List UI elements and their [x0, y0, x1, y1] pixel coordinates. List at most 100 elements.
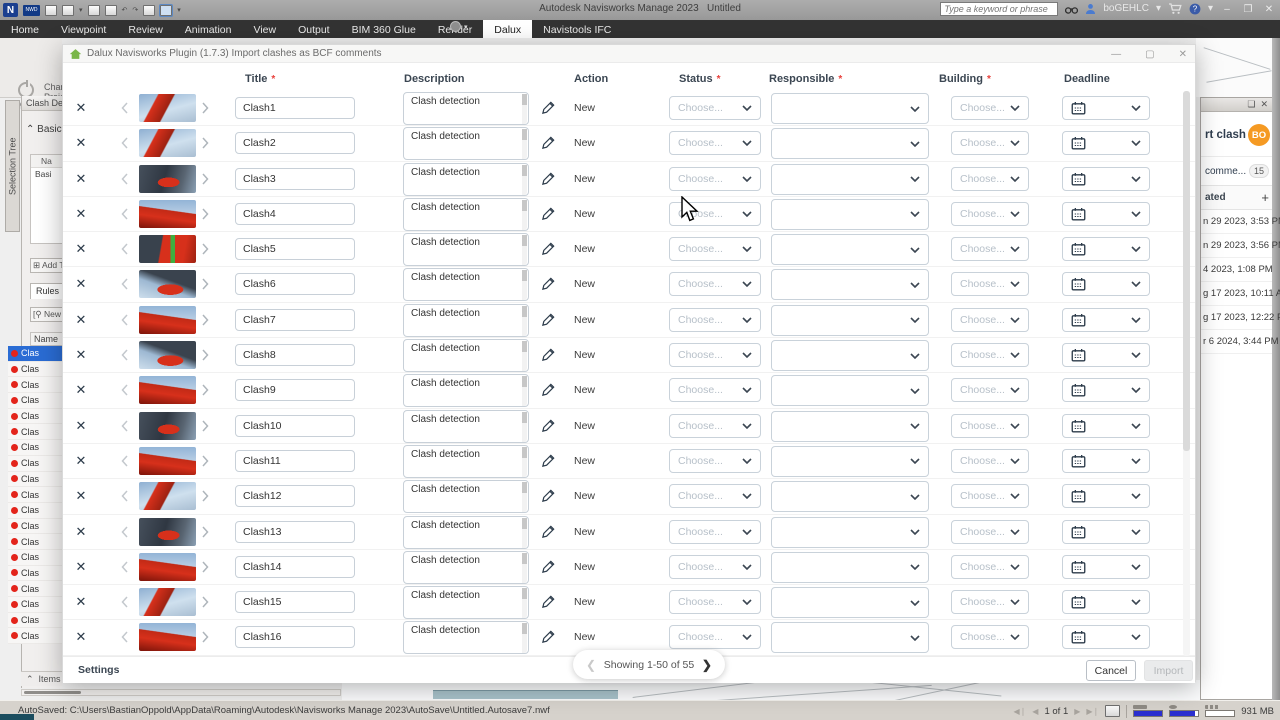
close-panel-icon[interactable]: ✕	[1260, 99, 1268, 110]
comment-date-row[interactable]: n 29 2023, 3:56 PM	[1201, 234, 1272, 258]
remove-clash-icon[interactable]: ✕	[73, 629, 89, 645]
next-page-icon[interactable]: ▶	[1074, 707, 1080, 716]
textarea-scrollbar[interactable]	[522, 306, 527, 336]
items-section-bar[interactable]: ⌃ Items	[21, 671, 62, 686]
clash-description-input[interactable]: Clash detection	[403, 268, 529, 301]
prev-image-icon[interactable]	[121, 349, 128, 361]
edit-pencil-icon[interactable]	[541, 382, 556, 397]
responsible-select[interactable]	[771, 269, 929, 300]
import-button[interactable]: Import	[1144, 660, 1193, 681]
clash-test-list-item[interactable]: Clas	[8, 566, 62, 582]
building-select[interactable]: Choose...	[951, 308, 1029, 332]
clash-description-input[interactable]: Clash detection	[403, 233, 529, 266]
ribbon-tab-animation[interactable]: Animation	[174, 20, 243, 38]
prev-image-icon[interactable]	[121, 243, 128, 255]
clash-description-input[interactable]: Clash detection	[403, 127, 529, 160]
prev-image-icon[interactable]	[121, 526, 128, 538]
ribbon-tab-output[interactable]: Output	[287, 20, 341, 38]
deadline-datepicker[interactable]	[1062, 414, 1150, 438]
remove-clash-icon[interactable]: ✕	[73, 276, 89, 292]
clash-thumbnail[interactable]	[139, 165, 196, 193]
textarea-scrollbar[interactable]	[522, 482, 527, 512]
remove-clash-icon[interactable]: ✕	[73, 171, 89, 187]
edit-pencil-icon[interactable]	[541, 524, 556, 539]
search-binoculars-icon[interactable]	[1065, 4, 1078, 15]
clash-test-list-item[interactable]: Clas	[8, 409, 62, 425]
clash-test-list-item[interactable]: Clas	[8, 628, 62, 644]
status-select[interactable]: Choose...	[669, 308, 761, 332]
textarea-scrollbar[interactable]	[522, 94, 527, 124]
clash-title-input[interactable]	[235, 344, 355, 366]
clash-description-input[interactable]: Clash detection	[403, 516, 529, 549]
render-style-icon[interactable]	[450, 21, 461, 32]
responsible-select[interactable]	[771, 517, 929, 548]
building-select[interactable]: Choose...	[951, 590, 1029, 614]
clash-description-input[interactable]: Clash detection	[403, 586, 529, 619]
remove-clash-icon[interactable]: ✕	[73, 453, 89, 469]
ribbon-tab-home[interactable]: Home	[0, 20, 50, 38]
restore-window-icon[interactable]: ❐	[1241, 4, 1255, 15]
building-select[interactable]: Choose...	[951, 167, 1029, 191]
responsible-select[interactable]	[771, 622, 929, 653]
clash-test-list-item[interactable]: Clas	[8, 346, 62, 362]
clash-test-list-item[interactable]: Clas	[8, 472, 62, 488]
remove-clash-icon[interactable]: ✕	[73, 206, 89, 222]
building-select[interactable]: Choose...	[951, 449, 1029, 473]
deadline-datepicker[interactable]	[1062, 484, 1150, 508]
sheet-browser-icon[interactable]	[1105, 705, 1120, 717]
status-select[interactable]: Choose...	[669, 520, 761, 544]
prev-image-icon[interactable]	[121, 314, 128, 326]
remove-clash-icon[interactable]: ✕	[73, 488, 89, 504]
edit-pencil-icon[interactable]	[541, 453, 556, 468]
basic-section-header[interactable]: ⌃ Basic	[26, 124, 62, 135]
next-image-icon[interactable]	[202, 173, 209, 185]
building-select[interactable]: Choose...	[951, 343, 1029, 367]
edit-pencil-icon[interactable]	[541, 206, 556, 221]
prev-image-icon[interactable]	[121, 420, 128, 432]
responsible-select[interactable]	[771, 199, 929, 230]
clash-description-input[interactable]: Clash detection	[403, 163, 529, 196]
save-icon[interactable]	[88, 5, 100, 16]
app-store-cart-icon[interactable]	[1168, 3, 1182, 15]
deadline-datepicker[interactable]	[1062, 625, 1150, 649]
textarea-scrollbar[interactable]	[522, 200, 527, 230]
next-image-icon[interactable]	[202, 102, 209, 114]
clash-thumbnail[interactable]	[139, 200, 196, 228]
edit-pencil-icon[interactable]	[541, 594, 556, 609]
clash-test-list-item[interactable]: Clas	[8, 362, 62, 378]
toolbar-dropdown-icon[interactable]: ▾	[177, 6, 181, 14]
textarea-scrollbar[interactable]	[522, 129, 527, 159]
responsible-select[interactable]	[771, 481, 929, 512]
clash-title-input[interactable]	[235, 450, 355, 472]
clash-title-input[interactable]	[235, 132, 355, 154]
building-select[interactable]: Choose...	[951, 555, 1029, 579]
building-select[interactable]: Choose...	[951, 484, 1029, 508]
clash-thumbnail[interactable]	[139, 623, 196, 651]
textarea-scrollbar[interactable]	[522, 518, 527, 548]
new-file-icon[interactable]	[45, 5, 57, 16]
status-select[interactable]: Choose...	[669, 449, 761, 473]
clash-test-list-item[interactable]: Clas	[8, 597, 62, 613]
ribbon-tab-review[interactable]: Review	[117, 20, 173, 38]
building-select[interactable]: Choose...	[951, 414, 1029, 438]
clash-test-list-item[interactable]: Clas	[8, 377, 62, 393]
responsible-select[interactable]	[771, 375, 929, 406]
remove-clash-icon[interactable]: ✕	[73, 312, 89, 328]
ribbon-tab-navistools-ifc[interactable]: Navistools IFC	[532, 20, 622, 38]
textarea-scrollbar[interactable]	[522, 588, 527, 618]
keyword-search-input[interactable]	[940, 2, 1058, 16]
ribbon-tab-view[interactable]: View	[243, 20, 288, 38]
clash-title-input[interactable]	[235, 379, 355, 401]
deadline-datepicker[interactable]	[1062, 520, 1150, 544]
help-dropdown-icon[interactable]: ▾	[1208, 4, 1213, 14]
clash-description-input[interactable]: Clash detection	[403, 198, 529, 231]
building-select[interactable]: Choose...	[951, 131, 1029, 155]
last-page-icon[interactable]: ▶❘	[1086, 707, 1099, 716]
dialog-titlebar[interactable]: Dalux Navisworks Plugin (1.7.3) Import c…	[63, 45, 1195, 63]
building-select[interactable]: Choose...	[951, 96, 1029, 120]
redo-icon[interactable]: ↷	[132, 6, 138, 14]
textarea-scrollbar[interactable]	[522, 165, 527, 195]
remove-clash-icon[interactable]: ✕	[73, 135, 89, 151]
next-image-icon[interactable]	[202, 561, 209, 573]
prev-image-icon[interactable]	[121, 561, 128, 573]
